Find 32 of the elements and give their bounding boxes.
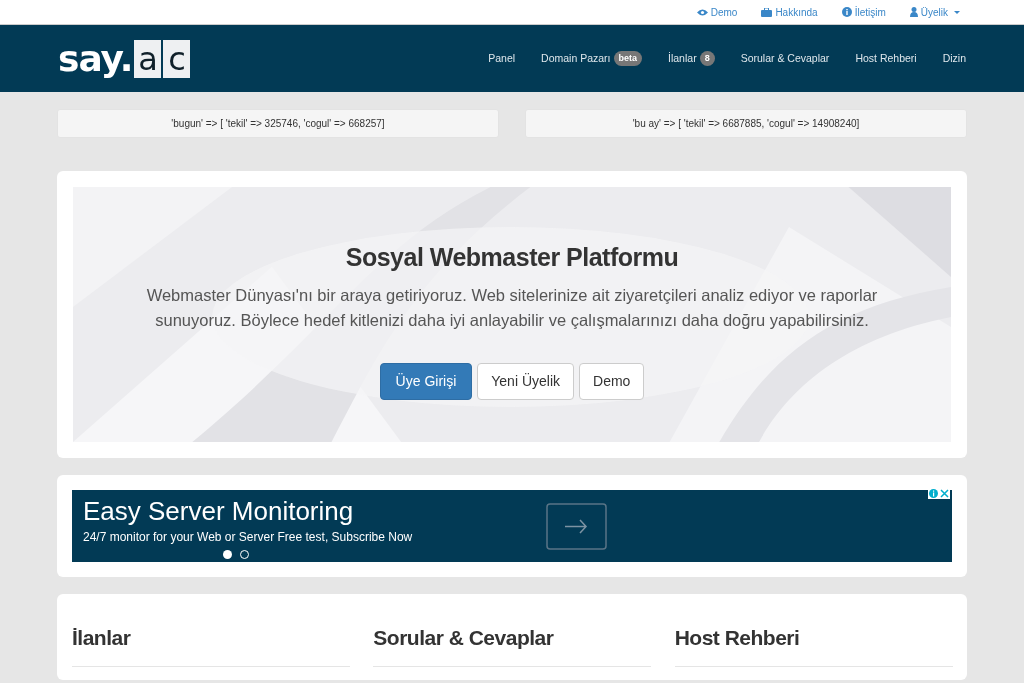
hero-title: Sosyal Webmaster Platformu: [345, 242, 679, 273]
hero-button[interactable]: Yeni Üyelik: [477, 362, 575, 400]
nav-link[interactable]: Sorular & Cevaplar: [740, 50, 830, 67]
top-link[interactable]: Üyelik: [909, 4, 960, 20]
ad-info-icon[interactable]: [928, 488, 950, 499]
ad-title: Easy Server Monitoring: [83, 495, 354, 528]
briefcase-icon: [761, 7, 773, 17]
top-link[interactable]: Hakkında: [761, 4, 818, 20]
stats-box: 'bugun' => [ 'tekil' => 325746, 'cogul' => 668257]: [57, 109, 499, 138]
section-heading: Host Rehberi: [674, 622, 953, 667]
nav-link[interactable]: Host Rehberi: [855, 50, 917, 67]
ad-banner[interactable]: Easy Server Monitoring 24/7 monitor for your Web or Server Free test, Subscribe Now: [72, 490, 952, 562]
nav-link[interactable]: Domain Pazarı beta: [541, 50, 643, 67]
top-link[interactable]: Demo: [696, 4, 738, 20]
nav-link[interactable]: İlanlar 8: [668, 50, 715, 67]
section-heading: İlanlar: [72, 622, 350, 667]
stats-box: 'bu ay' => [ 'tekil' => 6687885, 'cogul' => 14908240]: [525, 109, 967, 138]
nav-link[interactable]: Dizin: [942, 50, 966, 67]
eye-icon: [696, 8, 708, 16]
section-heading: Sorular & Cevaplar: [373, 622, 652, 667]
nav-badge: 8: [699, 50, 715, 67]
nav-link[interactable]: Panel: [488, 50, 516, 67]
user-icon: [909, 7, 918, 17]
logo[interactable]: say.a c: [58, 39, 191, 78]
top-link[interactable]: İletişim: [841, 4, 886, 20]
hero-button[interactable]: Demo: [579, 362, 645, 400]
info-icon: [841, 7, 852, 17]
hero-button[interactable]: Üye Girişi: [379, 362, 473, 400]
hero-text: Webmaster Dünyası'nı bir araya getiriyoruz. Web sitelerinize ait ziyaretçileri analiz ediyor ve raporlar sunuyoruz. Böylece hedef kitlenizi daha iyi anlayabilir ve çalışmalarınızı daha doğru yapabilirsiniz.: [145, 284, 879, 331]
ad-text: 24/7 monitor for your Web or Server Free test, Subscribe Now: [83, 529, 413, 546]
caret-icon: [954, 10, 960, 14]
nav-badge: beta: [613, 50, 643, 67]
